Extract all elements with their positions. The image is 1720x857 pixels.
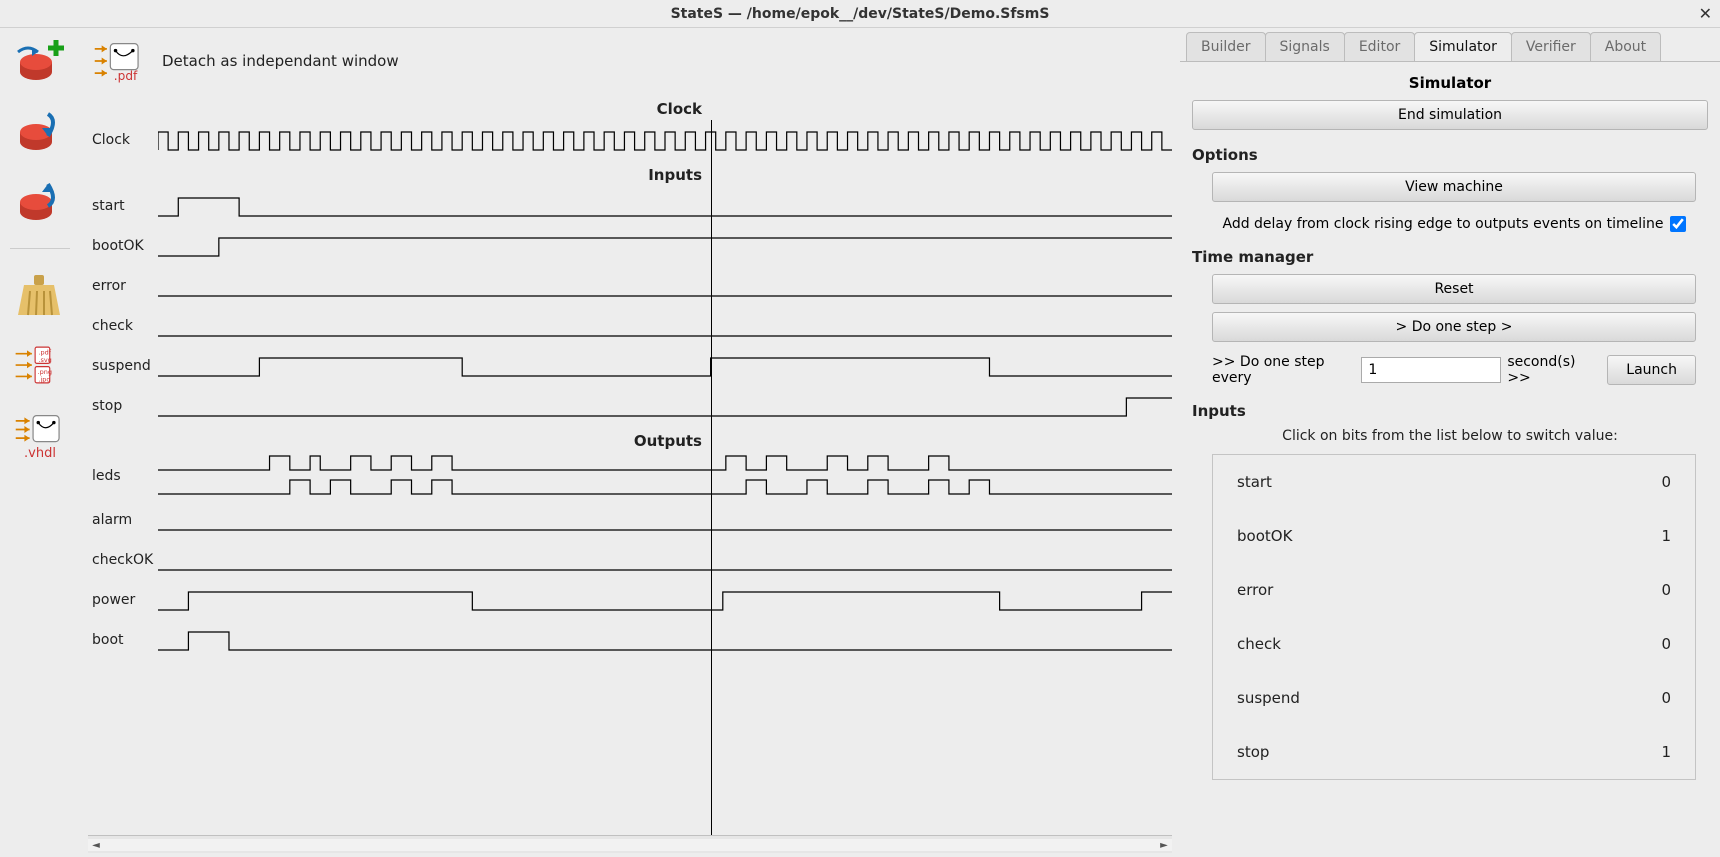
- input-bits-list: start0 bootOK1 error0 check0 suspend0 st…: [1212, 454, 1696, 780]
- export-image-icon[interactable]: .pdf .svg .png .jpg: [10, 339, 70, 391]
- tab-verifier[interactable]: Verifier: [1511, 32, 1591, 61]
- scroll-right-icon[interactable]: ►: [1156, 836, 1172, 854]
- reset-button[interactable]: Reset: [1212, 274, 1696, 304]
- do-one-step-button[interactable]: > Do one step >: [1212, 312, 1696, 342]
- launch-button[interactable]: Launch: [1607, 355, 1696, 385]
- left-toolbar: .pdf .svg .png .jpg .vhdl: [0, 28, 80, 857]
- signal-label: power: [88, 592, 158, 608]
- titlebar: StateS — /home/epok__/dev/StateS/Demo.Sf…: [0, 0, 1720, 28]
- signal-label: check: [88, 318, 158, 334]
- end-simulation-button[interactable]: End simulation: [1192, 100, 1708, 130]
- delay-checkbox[interactable]: [1670, 216, 1686, 232]
- input-bit-check[interactable]: check0: [1213, 617, 1695, 671]
- timeline-cursor[interactable]: [711, 120, 712, 835]
- signal-label: checkOK: [88, 552, 158, 568]
- signal-label: suspend: [88, 358, 158, 374]
- input-bit-stop[interactable]: stop1: [1213, 725, 1695, 779]
- tab-builder[interactable]: Builder: [1186, 32, 1266, 61]
- tab-simulator[interactable]: Simulator: [1414, 32, 1512, 61]
- signal-label-clock: Clock: [88, 132, 158, 148]
- signal-label: alarm: [88, 512, 158, 528]
- input-bit-suspend[interactable]: suspend0: [1213, 671, 1695, 725]
- signal-label: error: [88, 278, 158, 294]
- view-machine-button[interactable]: View machine: [1212, 172, 1696, 202]
- signal-label: bootOK: [88, 238, 158, 254]
- scroll-left-icon[interactable]: ◄: [88, 836, 104, 854]
- window-title: StateS — /home/epok__/dev/StateS/Demo.Sf…: [671, 6, 1050, 22]
- input-bit-bootok[interactable]: bootOK1: [1213, 509, 1695, 563]
- section-inputs: Inputs: [88, 166, 1172, 184]
- svg-text:.pdf: .pdf: [114, 69, 138, 83]
- signal-canvas-clock: [158, 120, 1172, 160]
- tab-bar: Builder Signals Editor Simulator Verifie…: [1186, 32, 1720, 61]
- time-manager-heading: Time manager: [1192, 248, 1708, 266]
- tab-signals[interactable]: Signals: [1265, 32, 1345, 61]
- step-interval-input[interactable]: [1361, 357, 1501, 383]
- svg-text:.svg: .svg: [38, 356, 51, 364]
- panel-title: Simulator: [1192, 74, 1708, 92]
- inputs-heading: Inputs: [1192, 402, 1708, 420]
- clear-machine-icon[interactable]: [10, 269, 70, 321]
- vhdl-ext-label: .vhdl: [24, 446, 56, 461]
- export-pdf-icon[interactable]: .pdf: [88, 36, 150, 86]
- step-every-suffix: second(s) >>: [1507, 354, 1595, 386]
- signal-label: leds: [88, 468, 158, 484]
- new-machine-icon[interactable]: [10, 36, 70, 88]
- horizontal-scrollbar[interactable]: ◄ ►: [88, 835, 1172, 853]
- step-every-prefix: >> Do one step every: [1212, 354, 1355, 386]
- right-panel: Builder Signals Editor Simulator Verifie…: [1180, 28, 1720, 857]
- section-clock: Clock: [88, 100, 1172, 118]
- toolbar-separator: [10, 248, 70, 249]
- tab-about[interactable]: About: [1590, 32, 1661, 61]
- close-icon[interactable]: ✕: [1699, 4, 1712, 23]
- inputs-help-text: Click on bits from the list below to swi…: [1192, 428, 1708, 444]
- signal-label: boot: [88, 632, 158, 648]
- options-heading: Options: [1192, 146, 1708, 164]
- signal-label: start: [88, 198, 158, 214]
- save-machine-icon[interactable]: [10, 106, 70, 158]
- delay-checkbox-label: Add delay from clock rising edge to outp…: [1222, 216, 1663, 232]
- input-bit-start[interactable]: start0: [1213, 455, 1695, 509]
- section-outputs: Outputs: [88, 432, 1172, 450]
- tab-editor[interactable]: Editor: [1344, 32, 1415, 61]
- detach-window-label[interactable]: Detach as independant window: [162, 52, 399, 70]
- signal-label: stop: [88, 398, 158, 414]
- timeline-area: .pdf Detach as independant window Clock …: [80, 28, 1180, 857]
- signal-row-clock: Clock: [88, 120, 1172, 160]
- load-machine-icon[interactable]: [10, 176, 70, 228]
- svg-text:.jpg: .jpg: [38, 375, 50, 383]
- export-vhdl-icon[interactable]: .vhdl: [10, 409, 70, 461]
- input-bit-error[interactable]: error0: [1213, 563, 1695, 617]
